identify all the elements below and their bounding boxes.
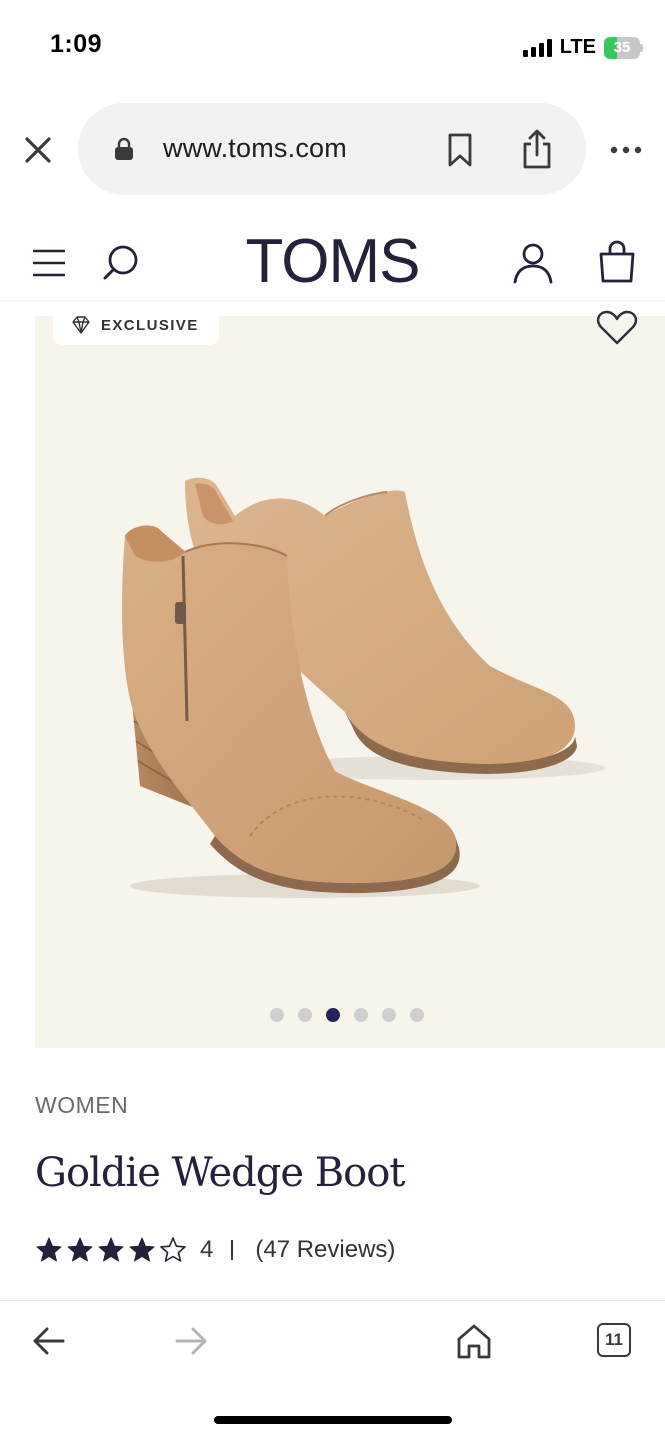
star-filled-icon (129, 1237, 155, 1262)
share-icon[interactable] (521, 128, 553, 170)
star-empty-icon (160, 1237, 186, 1262)
star-filled-icon (67, 1237, 93, 1262)
diamond-icon (72, 316, 90, 334)
star-filled-icon (36, 1237, 62, 1262)
carousel-dot[interactable] (353, 1008, 368, 1022)
product-category[interactable]: WOMEN (35, 1092, 128, 1119)
carousel-dot[interactable] (269, 1008, 284, 1022)
battery-nub (640, 43, 643, 52)
battery-icon: 35 (604, 36, 640, 59)
home-icon[interactable] (455, 1322, 493, 1360)
product-image (122, 477, 605, 898)
shopping-bag-icon[interactable] (598, 240, 636, 284)
status-indicators: LTE 35 (522, 36, 643, 59)
carousel-dot[interactable] (381, 1008, 396, 1022)
network-type: LTE (559, 36, 596, 58)
more-options-icon[interactable] (610, 145, 642, 155)
rating-value: 4 (200, 1236, 214, 1263)
carousel-dot[interactable] (325, 1008, 340, 1022)
wishlist-heart-icon[interactable] (596, 310, 638, 346)
tabs-count-button[interactable]: 11 (597, 1323, 631, 1357)
url-text[interactable]: www.toms.com (163, 133, 347, 164)
account-icon[interactable] (512, 242, 554, 284)
site-logo[interactable]: TOMS (0, 226, 665, 297)
star-filled-icon (98, 1237, 124, 1262)
star-rating (35, 1236, 187, 1264)
carousel-pagination[interactable] (0, 1008, 665, 1022)
badge-label: EXCLUSIVE (101, 316, 199, 334)
carousel-dot[interactable] (297, 1008, 312, 1022)
close-tab-icon[interactable] (22, 134, 54, 166)
rating-divider (231, 1240, 234, 1260)
home-indicator[interactable] (214, 1416, 452, 1424)
product-image-carousel[interactable] (35, 316, 665, 1048)
reviews-link[interactable]: (47 Reviews) (255, 1236, 395, 1264)
lock-icon (115, 137, 133, 160)
status-time: 1:09 (50, 30, 103, 58)
battery-level: 35 (613, 38, 631, 56)
carousel-dot[interactable] (409, 1008, 424, 1022)
back-arrow-icon[interactable] (32, 1326, 66, 1356)
product-rating[interactable]: 4 (47 Reviews) (35, 1236, 395, 1264)
bookmark-icon[interactable] (446, 132, 474, 168)
product-title: Goldie Wedge Boot (35, 1150, 405, 1196)
exclusive-badge: EXCLUSIVE (53, 305, 219, 345)
cellular-signal-icon (522, 38, 552, 57)
forward-arrow-icon[interactable] (174, 1326, 208, 1356)
header-divider (0, 300, 665, 301)
